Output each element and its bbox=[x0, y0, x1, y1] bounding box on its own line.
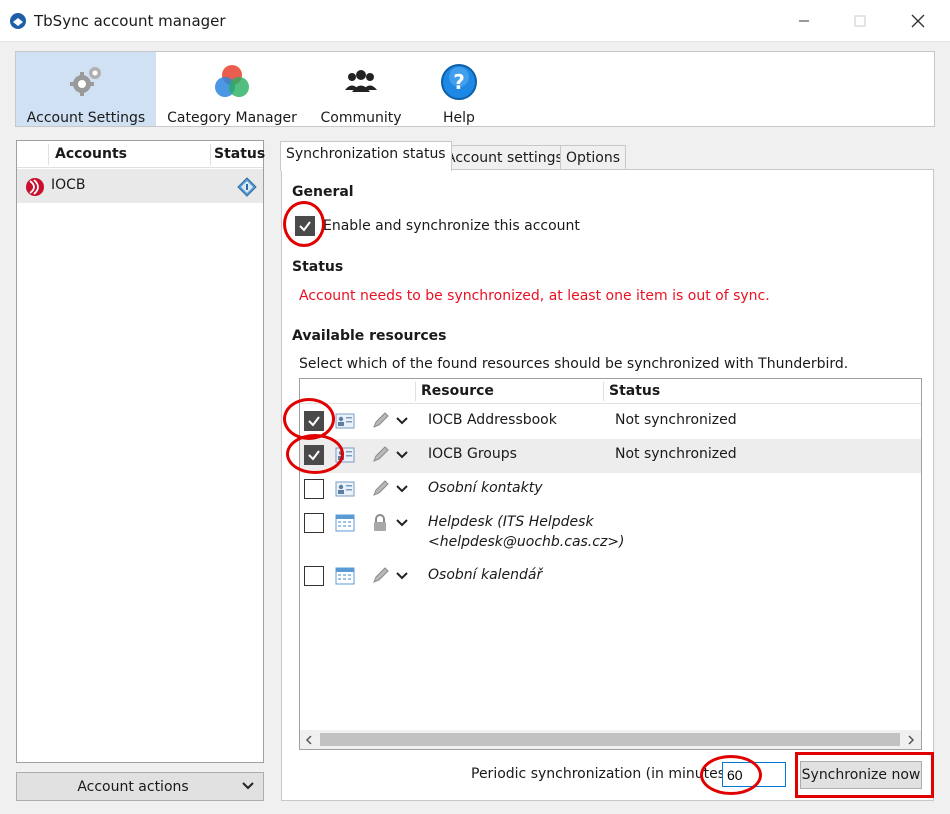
resource-name: Osobní kalendář bbox=[428, 567, 543, 583]
resource-row[interactable]: Osobní kalendář bbox=[300, 560, 921, 594]
tab-synchronization-status[interactable]: Synchronization status bbox=[280, 141, 452, 171]
resources-description: Select which of the found resources shou… bbox=[299, 356, 849, 372]
annotation-rectangle bbox=[795, 752, 934, 798]
horizontal-scrollbar[interactable] bbox=[300, 730, 921, 749]
addressbook-icon bbox=[335, 481, 355, 497]
chevron-down-icon[interactable] bbox=[396, 449, 408, 461]
addressbook-icon bbox=[335, 413, 355, 429]
title-bar: TbSync account manager bbox=[0, 0, 950, 42]
annotation-circle bbox=[286, 434, 344, 474]
close-icon bbox=[911, 14, 925, 28]
status-heading: Status bbox=[292, 259, 344, 275]
annotation-circle bbox=[700, 755, 762, 795]
resource-name: IOCB Groups bbox=[428, 446, 517, 462]
pencil-icon bbox=[373, 480, 389, 496]
gears-icon bbox=[70, 67, 101, 96]
resource-row[interactable]: Osobní kontakty bbox=[300, 473, 921, 507]
pencil-icon bbox=[373, 567, 389, 583]
toolbar-account-settings-button[interactable]: Account Settings bbox=[16, 52, 156, 126]
minimize-button[interactable] bbox=[781, 0, 827, 42]
accounts-header: Accounts Status bbox=[17, 141, 265, 168]
chevron-down-icon[interactable] bbox=[396, 483, 408, 495]
tab-account-settings[interactable]: Account settings bbox=[440, 145, 569, 171]
status-message: Account needs to be synchronized, at lea… bbox=[299, 288, 770, 304]
help-icon: ? bbox=[441, 64, 477, 100]
scrollbar-thumb[interactable] bbox=[320, 733, 900, 746]
calendar-icon bbox=[335, 514, 355, 532]
resource-name-line2: <helpdesk@uochb.cas.cz>) bbox=[428, 534, 625, 550]
column-separator bbox=[415, 382, 416, 401]
toolbar-label: Help bbox=[443, 110, 475, 126]
available-resources-heading: Available resources bbox=[292, 328, 447, 344]
calendar-icon bbox=[335, 567, 355, 585]
toolbar-label: Community bbox=[320, 110, 402, 126]
close-button[interactable] bbox=[895, 0, 941, 42]
account-name: IOCB bbox=[51, 177, 86, 193]
toolbar-community-button[interactable]: Community bbox=[316, 52, 406, 126]
resource-checkbox[interactable] bbox=[304, 479, 324, 499]
window-title: TbSync account manager bbox=[34, 12, 226, 30]
status-column-header[interactable]: Status bbox=[214, 146, 265, 162]
people-icon bbox=[345, 70, 377, 92]
accounts-list[interactable]: Accounts Status IOCB bbox=[16, 140, 265, 763]
sync-status-panel: General Enable and synchronize this acco… bbox=[281, 169, 934, 801]
status-badge-icon bbox=[237, 177, 257, 197]
enable-account-label[interactable]: Enable and synchronize this account bbox=[323, 218, 580, 234]
chevron-down-icon[interactable] bbox=[396, 570, 408, 582]
tab-options[interactable]: Options bbox=[560, 145, 627, 171]
annotation-circle bbox=[283, 201, 325, 247]
resource-column-header[interactable]: Resource bbox=[421, 383, 494, 399]
scroll-left-icon[interactable] bbox=[302, 733, 316, 747]
minimize-icon bbox=[799, 20, 809, 22]
resources-table-header: Resource Status bbox=[300, 379, 921, 404]
periodic-sync-label: Periodic synchronization (in minutes) bbox=[471, 766, 731, 782]
resource-name: Osobní kontakty bbox=[428, 480, 543, 496]
toolbar-help-button[interactable]: ? Help bbox=[424, 52, 494, 126]
lock-icon bbox=[374, 514, 386, 531]
resource-checkbox[interactable] bbox=[304, 566, 324, 586]
account-actions-button[interactable]: Account actions bbox=[16, 772, 264, 801]
resource-status: Not synchronized bbox=[615, 446, 737, 462]
toolbar-label: Account Settings bbox=[26, 110, 146, 126]
chevron-down-icon[interactable] bbox=[396, 415, 408, 427]
toolbar-category-manager-button[interactable]: Category Manager bbox=[160, 52, 304, 126]
resources-table[interactable]: Resource Status IOCB Addressbook Not syn… bbox=[299, 378, 922, 750]
maximize-icon bbox=[854, 15, 866, 27]
toolbar-label: Category Manager bbox=[167, 110, 297, 126]
resource-row[interactable]: IOCB Addressbook Not synchronized bbox=[300, 405, 921, 439]
exchange-provider-icon bbox=[26, 178, 44, 196]
resource-checkbox[interactable] bbox=[304, 513, 324, 533]
main-toolbar: Account Settings Category Manager Commun… bbox=[15, 51, 935, 127]
column-separator bbox=[48, 144, 49, 165]
resource-name-line1: Helpdesk (ITS Helpdesk bbox=[428, 514, 594, 530]
resource-status: Not synchronized bbox=[615, 412, 737, 428]
tbsync-app-icon bbox=[10, 13, 26, 29]
maximize-button[interactable] bbox=[837, 0, 883, 42]
resource-row[interactable]: IOCB Groups Not synchronized bbox=[300, 439, 921, 473]
pencil-icon bbox=[373, 446, 389, 462]
category-circles-icon bbox=[215, 65, 249, 97]
chevron-down-icon bbox=[242, 782, 254, 790]
resource-name: IOCB Addressbook bbox=[428, 412, 557, 428]
column-separator bbox=[603, 382, 604, 401]
account-row-iocb[interactable]: IOCB bbox=[17, 169, 263, 203]
resource-row[interactable]: Helpdesk (ITS Helpdesk <helpdesk@uochb.c… bbox=[300, 507, 921, 559]
account-actions-label: Account actions bbox=[77, 779, 189, 795]
chevron-down-icon[interactable] bbox=[396, 517, 408, 529]
scroll-right-icon[interactable] bbox=[904, 733, 918, 747]
status-column-header[interactable]: Status bbox=[609, 383, 660, 399]
svg-text:?: ? bbox=[453, 70, 465, 94]
column-separator bbox=[210, 144, 211, 165]
accounts-column-header[interactable]: Accounts bbox=[55, 146, 127, 162]
general-heading: General bbox=[292, 184, 354, 200]
pencil-icon bbox=[373, 412, 389, 428]
